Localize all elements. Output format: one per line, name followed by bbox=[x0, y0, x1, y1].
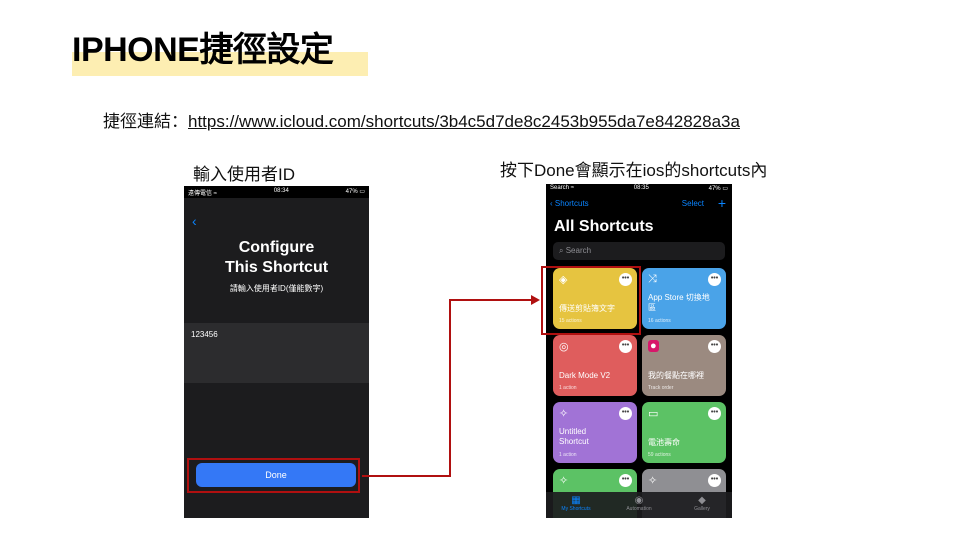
arrow-connector bbox=[362, 295, 540, 477]
